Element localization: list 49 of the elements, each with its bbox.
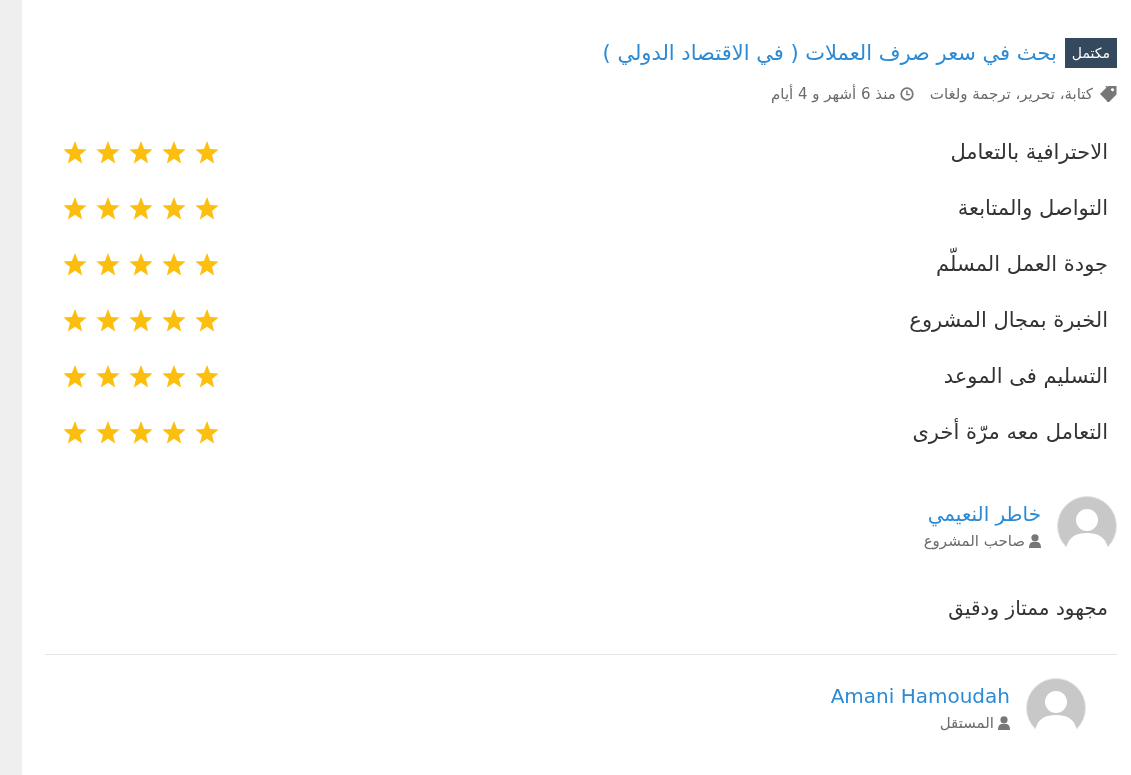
star-icon [128, 139, 154, 165]
rating-label: التواصل والمتابعة [957, 195, 1108, 222]
star-icon [95, 307, 121, 333]
user-icon [998, 716, 1010, 730]
user-role-text: صاحب المشروع [923, 531, 1025, 551]
star-icon [194, 139, 220, 165]
category-text: كتابة، تحرير، ترجمة ولغات [929, 84, 1093, 104]
star-icon [128, 419, 154, 445]
star-icon [95, 139, 121, 165]
star-icon [62, 139, 88, 165]
star-icon [194, 363, 220, 389]
star-icon [194, 419, 220, 445]
user-icon [1029, 534, 1041, 548]
star-icon [161, 307, 187, 333]
rating-label: الاحترافية بالتعامل [950, 139, 1108, 166]
user-role-text: المستقل [939, 713, 994, 733]
star-icon [161, 251, 187, 277]
star-icon [161, 363, 187, 389]
star-icon [62, 251, 88, 277]
star-icon [62, 419, 88, 445]
time-ago-text: منذ 6 أشهر و 4 أيام [771, 84, 896, 104]
star-icon [62, 195, 88, 221]
star-icon [95, 251, 121, 277]
rating-label: الخبرة بمجال المشروع [909, 307, 1108, 334]
rating-label: التعامل معه مرّة أخرى [912, 418, 1108, 446]
star-icon [95, 419, 121, 445]
star-icon [161, 195, 187, 221]
star-icon [128, 307, 154, 333]
star-icon [128, 195, 154, 221]
star-icon [161, 139, 187, 165]
star-icon [128, 363, 154, 389]
rating-label: التسليم فى الموعد [943, 363, 1108, 390]
avatar-placeholder [1057, 496, 1117, 556]
star-icon [95, 363, 121, 389]
review-comment: مجهود ممتاز ودقيق [948, 595, 1108, 622]
star-icon [161, 419, 187, 445]
star-icon [194, 251, 220, 277]
star-icon [95, 195, 121, 221]
star-icon [194, 307, 220, 333]
project-title-link[interactable]: بحث في سعر صرف العملات ( في الاقتصاد الدولي ) [602, 38, 1057, 68]
star-icon [62, 363, 88, 389]
avatar-placeholder [1026, 678, 1086, 738]
status-badge: مكتمل [1064, 38, 1117, 68]
user-name-link[interactable]: خاطر النعيمي [923, 501, 1041, 527]
clock-icon [899, 87, 914, 101]
star-icon [194, 195, 220, 221]
star-icon [128, 251, 154, 277]
star-icon [62, 307, 88, 333]
user-name-link[interactable]: Amani Hamoudah [830, 683, 1010, 709]
